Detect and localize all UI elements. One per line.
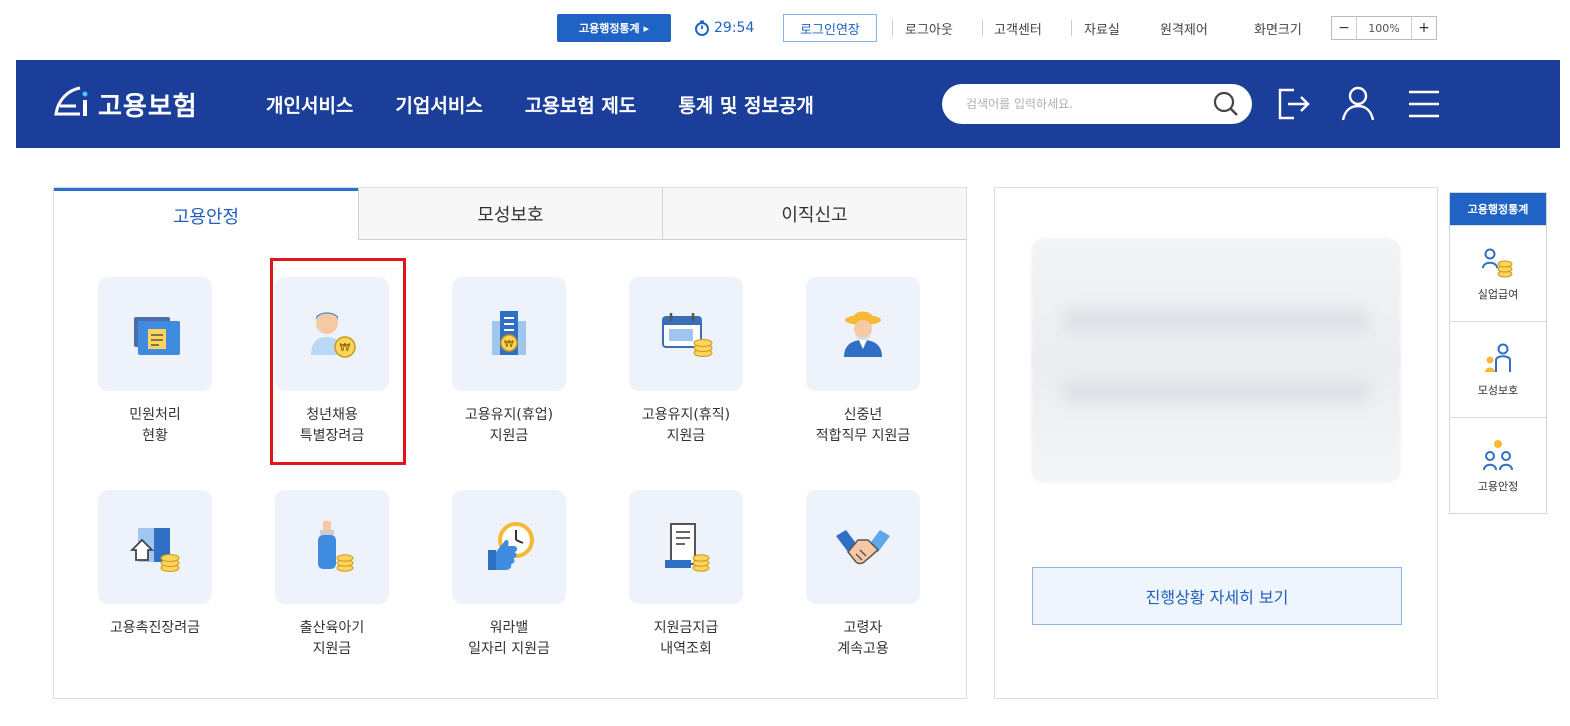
logo-text: 고용보험	[98, 91, 198, 122]
view-progress-detail-button[interactable]: 진행상황 자세히 보기	[1032, 567, 1402, 625]
site-logo[interactable]: 고용보험	[50, 82, 198, 126]
service-tile	[629, 277, 743, 391]
progress-panel: 진행상황 자세히 보기	[994, 187, 1438, 699]
ei-logo-icon	[54, 86, 88, 116]
tab-maternity-protection[interactable]: 모성보호	[358, 188, 662, 240]
nav-personal-services[interactable]: 개인서비스	[266, 91, 353, 118]
blurred-line	[1061, 378, 1371, 404]
timer-icon	[695, 20, 709, 36]
customer-center-link[interactable]: 고객센터	[994, 14, 1042, 42]
session-timer: 29:54	[694, 14, 754, 42]
service-tile: ₩	[275, 277, 389, 391]
zoom-out-button[interactable]: −	[1332, 17, 1356, 39]
service-tile	[629, 490, 743, 604]
thumbs-up-clock-icon	[488, 522, 534, 570]
mother-child-icon	[1485, 343, 1511, 372]
service-label: 청년채용 특별장려금	[299, 407, 365, 444]
folder-document-icon	[134, 317, 180, 355]
hamburger-menu-icon[interactable]	[1404, 82, 1444, 126]
service-childbirth-childcare-support[interactable]: 출산육아기 지원금	[247, 490, 417, 660]
service-payment-history-inquiry[interactable]: 지원금지급 내역조회	[601, 490, 771, 660]
service-tabs: 고용안정 모성보호 이직신고	[54, 188, 966, 240]
older-person-hat-icon	[844, 311, 882, 357]
zoom-in-button[interactable]: +	[1412, 17, 1436, 39]
service-youth-hiring-incentive[interactable]: ₩ 청년채용 특별장려금	[247, 277, 417, 447]
utility-bar: 고용행정통계 ▸ 29:54 로그인연장 로그아웃 고객센터 자료실 원격제어 …	[0, 12, 1570, 44]
service-label: 고용유지(휴직) 지원금	[641, 407, 731, 444]
blurred-line	[1061, 308, 1371, 334]
people-group-icon	[1483, 439, 1513, 470]
service-panel: 고용안정 모성보호 이직신고 민원처리 현황 ₩ 청년채용 특별장려금 ₩ 고용…	[53, 187, 967, 699]
service-middle-aged-job-support[interactable]: 신중년 적합직무 지원금	[778, 277, 948, 447]
service-tile: ₩	[452, 277, 566, 391]
young-person-coin-icon: ₩	[311, 312, 356, 358]
quick-item-label: 고용안정	[1477, 479, 1519, 493]
service-tile	[806, 490, 920, 604]
timer-value: 29:54	[714, 20, 755, 36]
service-work-life-balance-support[interactable]: 워라밸 일자리 지원금	[424, 490, 594, 660]
service-tile	[98, 490, 212, 604]
nav-business-services[interactable]: 기업서비스	[395, 91, 482, 118]
blurred-content	[1031, 238, 1401, 483]
user-icon[interactable]	[1338, 82, 1378, 126]
main-nav: 개인서비스 기업서비스 고용보험 제도 통계 및 정보공개	[266, 60, 814, 148]
zoom-value: 100%	[1356, 17, 1412, 39]
logout-link[interactable]: 로그아웃	[905, 14, 953, 42]
logout-icon[interactable]	[1274, 82, 1314, 126]
search-icon[interactable]	[1212, 90, 1240, 118]
service-tile	[275, 490, 389, 604]
service-label: 출산육아기 지원금	[299, 620, 365, 657]
quick-item-unemployment-benefit[interactable]: 실업급여	[1450, 225, 1546, 321]
service-label: 고용촉진장려금	[109, 620, 201, 636]
resources-link[interactable]: 자료실	[1084, 14, 1120, 42]
receipt-coins-icon	[665, 523, 710, 572]
svg-text:₩: ₩	[340, 341, 351, 354]
calendar-coins-icon	[662, 313, 713, 357]
extend-login-button[interactable]: 로그인연장	[783, 14, 877, 42]
service-label: 민원처리 현황	[129, 407, 181, 444]
main-header: 고용보험 개인서비스 기업서비스 고용보험 제도 통계 및 정보공개	[16, 60, 1560, 148]
baby-bottle-coins-icon	[318, 520, 354, 572]
quick-stats-bar: 고용행정통계 실업급여 모성보호 고용안정	[1449, 192, 1547, 514]
nav-statistics-disclosure[interactable]: 통계 및 정보공개	[678, 91, 814, 118]
tab-job-change-report[interactable]: 이직신고	[662, 188, 966, 240]
service-tile	[98, 277, 212, 391]
service-employment-promotion-incentive[interactable]: 고용촉진장려금	[70, 490, 240, 639]
service-label: 워라밸 일자리 지원금	[468, 620, 550, 657]
tab-employment-stability[interactable]: 고용안정	[54, 188, 358, 240]
service-label: 지원금지급 내역조회	[653, 620, 719, 657]
divider	[892, 20, 893, 36]
service-tile	[806, 277, 920, 391]
service-complaint-status[interactable]: 민원처리 현황	[70, 277, 240, 447]
building-coin-icon: ₩	[492, 311, 526, 355]
quick-item-label: 실업급여	[1477, 287, 1519, 301]
nav-insurance-system[interactable]: 고용보험 제도	[525, 91, 637, 118]
svg-text:₩: ₩	[504, 339, 514, 350]
service-label: 고령자 계속고용	[837, 620, 889, 657]
divider	[982, 20, 983, 36]
person-coins-icon	[1482, 248, 1513, 277]
quick-item-employment-stability[interactable]: 고용안정	[1450, 417, 1546, 513]
zoom-control: − 100% +	[1331, 16, 1437, 40]
service-label: 고용유지(휴업) 지원금	[464, 407, 554, 444]
service-tile	[452, 490, 566, 604]
employment-stats-button[interactable]: 고용행정통계 ▸	[557, 14, 671, 42]
quick-item-label: 모성보호	[1477, 383, 1519, 397]
service-senior-continued-employment[interactable]: 고령자 계속고용	[778, 490, 948, 660]
handshake-icon	[836, 530, 890, 565]
divider	[1071, 20, 1072, 36]
search-box	[942, 84, 1252, 124]
house-coins-icon	[129, 528, 180, 572]
screen-size-label: 화면크기	[1254, 22, 1302, 38]
service-employment-retention-leave[interactable]: 고용유지(휴직) 지원금	[601, 277, 771, 447]
search-input[interactable]	[966, 94, 1196, 114]
remote-control-link[interactable]: 원격제어	[1160, 14, 1208, 42]
quick-bar-title: 고용행정통계	[1450, 193, 1546, 225]
service-employment-retention-closure[interactable]: ₩ 고용유지(휴업) 지원금	[424, 277, 594, 447]
quick-item-maternity-protection[interactable]: 모성보호	[1450, 321, 1546, 417]
service-label: 신중년 적합직무 지원금	[815, 407, 911, 444]
